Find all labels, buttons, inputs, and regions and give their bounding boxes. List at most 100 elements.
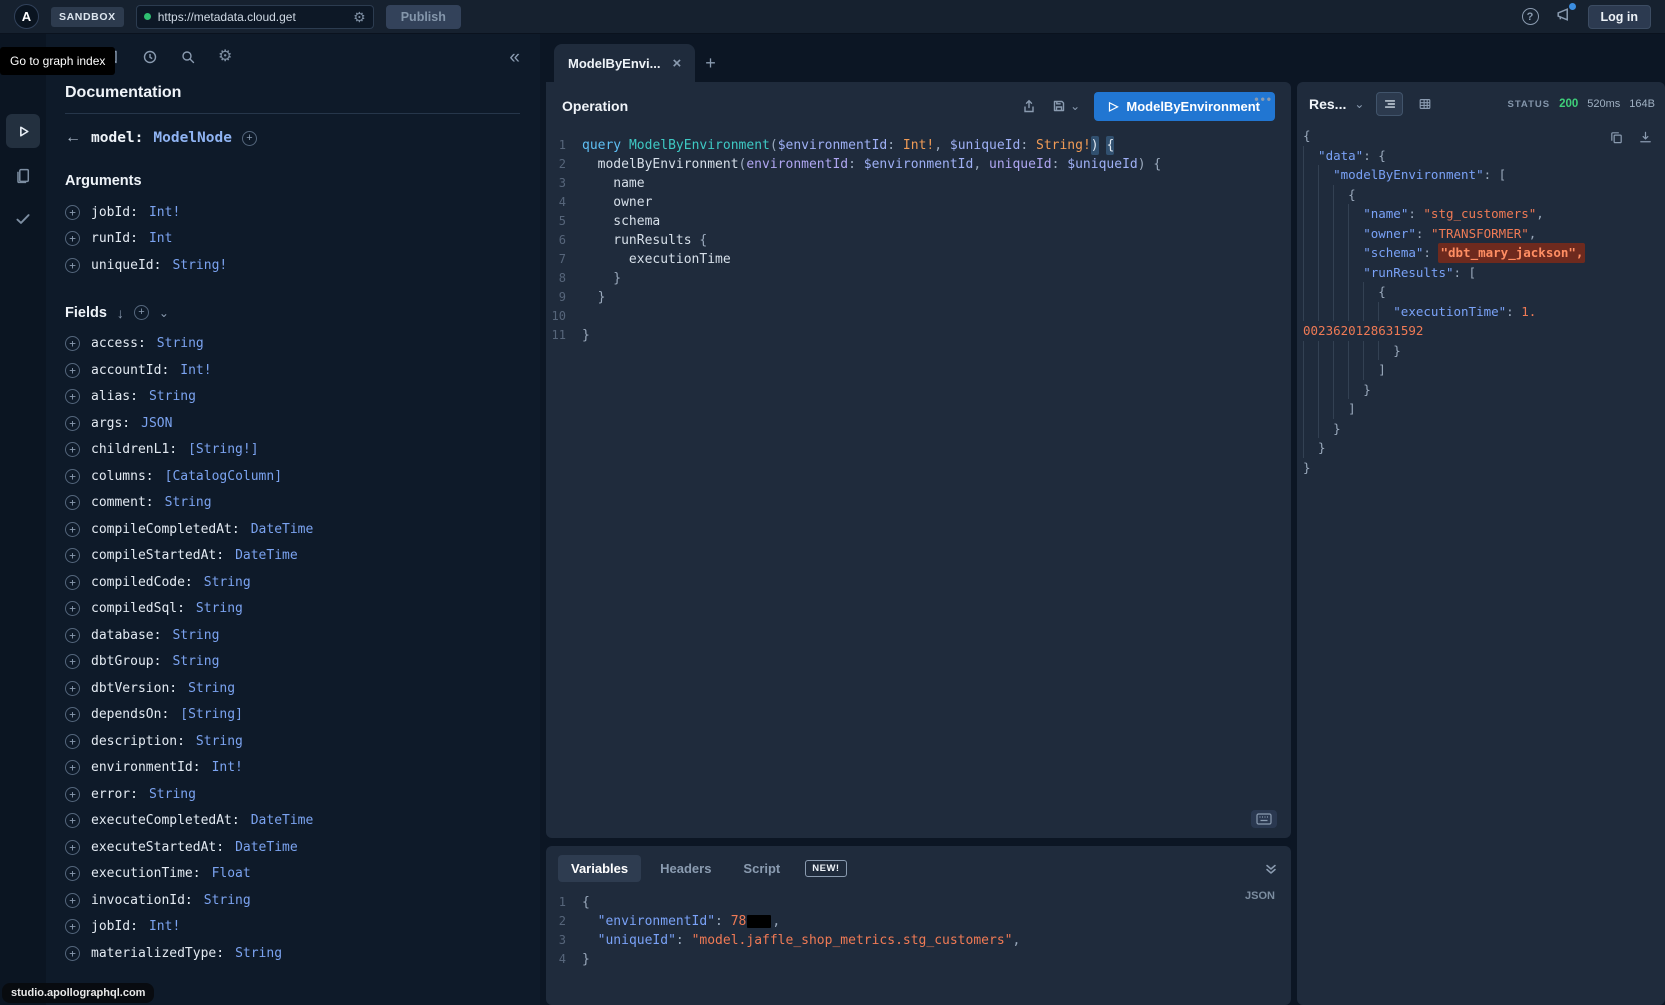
apollo-logo[interactable]: A <box>14 4 39 29</box>
add-to-query-icon[interactable]: + <box>65 442 80 457</box>
publish-button[interactable]: Publish <box>386 5 461 29</box>
collapse-variables-icon[interactable] <box>1263 861 1279 877</box>
add-to-query-icon[interactable]: + <box>65 628 80 643</box>
endpoint-url-field[interactable]: https://metadata.cloud.get ⚙ <box>136 5 374 29</box>
add-to-query-icon[interactable]: + <box>65 946 80 961</box>
add-to-query-icon[interactable]: + <box>65 760 80 775</box>
response-json[interactable]: {"data": {"modelByEnvironment": [{"name"… <box>1303 126 1657 477</box>
field-type-link[interactable]: String <box>149 389 196 404</box>
doc-field-row[interactable]: +jobId:Int! <box>65 199 520 226</box>
add-to-query-icon[interactable]: + <box>65 734 80 749</box>
doc-field-row[interactable]: +compileCompletedAt:DateTime <box>65 516 520 543</box>
save-menu-chevron-icon[interactable]: ⌄ <box>1070 100 1080 112</box>
sort-fields-icon[interactable]: ↓ <box>117 305 124 321</box>
field-type-link[interactable]: String <box>172 654 219 669</box>
add-to-query-icon[interactable]: + <box>65 787 80 802</box>
announcements-megaphone-icon[interactable] <box>1555 6 1572 28</box>
settings-gear-icon[interactable]: ⚙ <box>218 49 232 65</box>
doc-field-row[interactable]: +args:JSON <box>65 410 520 437</box>
add-to-query-icon[interactable]: + <box>65 469 80 484</box>
add-to-query-icon[interactable]: + <box>65 336 80 351</box>
doc-field-row[interactable]: +access:String <box>65 331 520 358</box>
operation-collections-icon[interactable] <box>6 158 40 192</box>
download-response-icon[interactable] <box>1638 130 1653 145</box>
field-type-link[interactable]: String <box>235 946 282 961</box>
field-type-link[interactable]: DateTime <box>235 548 298 563</box>
field-type-link[interactable]: DateTime <box>251 522 314 537</box>
doc-field-row[interactable]: +columns:[CatalogColumn] <box>65 463 520 490</box>
add-to-query-icon[interactable]: + <box>65 681 80 696</box>
field-type-link[interactable]: Int! <box>149 919 180 934</box>
add-to-query-icon[interactable]: + <box>65 601 80 616</box>
field-type-link[interactable]: String <box>165 495 212 510</box>
add-to-query-icon[interactable]: + <box>65 840 80 855</box>
field-type-link[interactable]: [CatalogColumn] <box>165 469 282 484</box>
doc-field-row[interactable]: +executeCompletedAt:DateTime <box>65 808 520 835</box>
doc-field-row[interactable]: +description:String <box>65 728 520 755</box>
explorer-play-icon[interactable] <box>6 114 40 148</box>
doc-field-row[interactable]: +materializedType:String <box>65 940 520 967</box>
fields-menu-chevron-icon[interactable]: ⌄ <box>159 306 169 320</box>
doc-field-row[interactable]: +executeStartedAt:DateTime <box>65 834 520 861</box>
copy-response-icon[interactable] <box>1609 130 1624 145</box>
field-type-link[interactable]: String <box>188 681 235 696</box>
doc-field-row[interactable]: +database:String <box>65 622 520 649</box>
add-to-query-icon[interactable]: + <box>65 522 80 537</box>
field-type-link[interactable]: String! <box>172 258 227 273</box>
doc-field-row[interactable]: +dependsOn:[String] <box>65 702 520 729</box>
variables-editor[interactable]: 1{2"environmentId": 78,3"uniqueId": "mod… <box>546 889 1291 969</box>
doc-field-row[interactable]: +dbtGroup:String <box>65 649 520 676</box>
add-to-query-icon[interactable]: + <box>65 231 80 246</box>
endpoint-settings-gear-icon[interactable]: ⚙ <box>353 10 366 24</box>
tab-variables[interactable]: Variables <box>558 855 641 882</box>
field-type-link[interactable]: String <box>196 601 243 616</box>
field-type-link[interactable]: Int <box>149 231 172 246</box>
field-type-link[interactable]: Int! <box>180 363 211 378</box>
doc-field-row[interactable]: +executionTime:Float <box>65 861 520 888</box>
add-to-query-icon[interactable]: + <box>65 205 80 220</box>
field-type-link[interactable]: Int! <box>212 760 243 775</box>
doc-field-row[interactable]: +accountId:Int! <box>65 357 520 384</box>
add-to-query-icon[interactable]: + <box>65 813 80 828</box>
add-to-query-icon[interactable]: + <box>65 416 80 431</box>
field-type-link[interactable]: String <box>157 336 204 351</box>
add-to-query-icon[interactable]: + <box>65 866 80 881</box>
response-dropdown-chevron-icon[interactable]: ⌄ <box>1354 98 1364 110</box>
run-operation-button[interactable]: ▷ ModelByEnvironment <box>1094 92 1275 121</box>
collapse-sidebar-icon[interactable]: « <box>509 48 520 67</box>
add-to-query-icon[interactable]: + <box>65 548 80 563</box>
login-button[interactable]: Log in <box>1588 5 1652 29</box>
field-type-link[interactable]: String <box>204 575 251 590</box>
field-type-link[interactable]: String <box>196 734 243 749</box>
help-icon[interactable]: ? <box>1522 8 1539 25</box>
format-json-toggle[interactable] <box>1376 92 1403 116</box>
new-tab-icon[interactable]: + <box>703 53 720 82</box>
add-to-query-icon[interactable]: + <box>65 919 80 934</box>
tab-script[interactable]: Script <box>730 855 793 882</box>
field-type-link[interactable]: [String] <box>180 707 243 722</box>
search-icon[interactable] <box>180 49 196 65</box>
add-to-query-icon[interactable]: + <box>65 363 80 378</box>
field-type-link[interactable]: String <box>172 628 219 643</box>
field-type-link[interactable]: String <box>204 893 251 908</box>
endpoint-url[interactable]: https://metadata.cloud.get <box>158 10 346 24</box>
field-type-link[interactable]: DateTime <box>235 840 298 855</box>
add-type-icon[interactable]: + <box>242 131 257 146</box>
doc-field-row[interactable]: +compiledSql:String <box>65 596 520 623</box>
add-to-query-icon[interactable]: + <box>65 707 80 722</box>
back-arrow-icon[interactable]: ← <box>65 129 81 147</box>
graphql-editor[interactable]: 1query ModelByEnvironment($environmentId… <box>546 130 1291 838</box>
doc-field-row[interactable]: +comment:String <box>65 490 520 517</box>
operation-tab[interactable]: ModelByEnvi... × <box>554 44 695 82</box>
doc-field-row[interactable]: +uniqueId:String! <box>65 252 520 279</box>
doc-field-row[interactable]: +runId:Int <box>65 226 520 253</box>
doc-field-row[interactable]: +jobId:Int! <box>65 914 520 941</box>
doc-field-row[interactable]: +invocationId:String <box>65 887 520 914</box>
doc-field-row[interactable]: +error:String <box>65 781 520 808</box>
field-type-link[interactable]: DateTime <box>251 813 314 828</box>
doc-field-row[interactable]: +childrenL1:[String!] <box>65 437 520 464</box>
checks-icon[interactable] <box>6 202 40 236</box>
save-operation-button[interactable]: ⌄ <box>1051 98 1080 114</box>
add-to-query-icon[interactable]: + <box>65 495 80 510</box>
field-type-link[interactable]: [String!] <box>188 442 258 457</box>
